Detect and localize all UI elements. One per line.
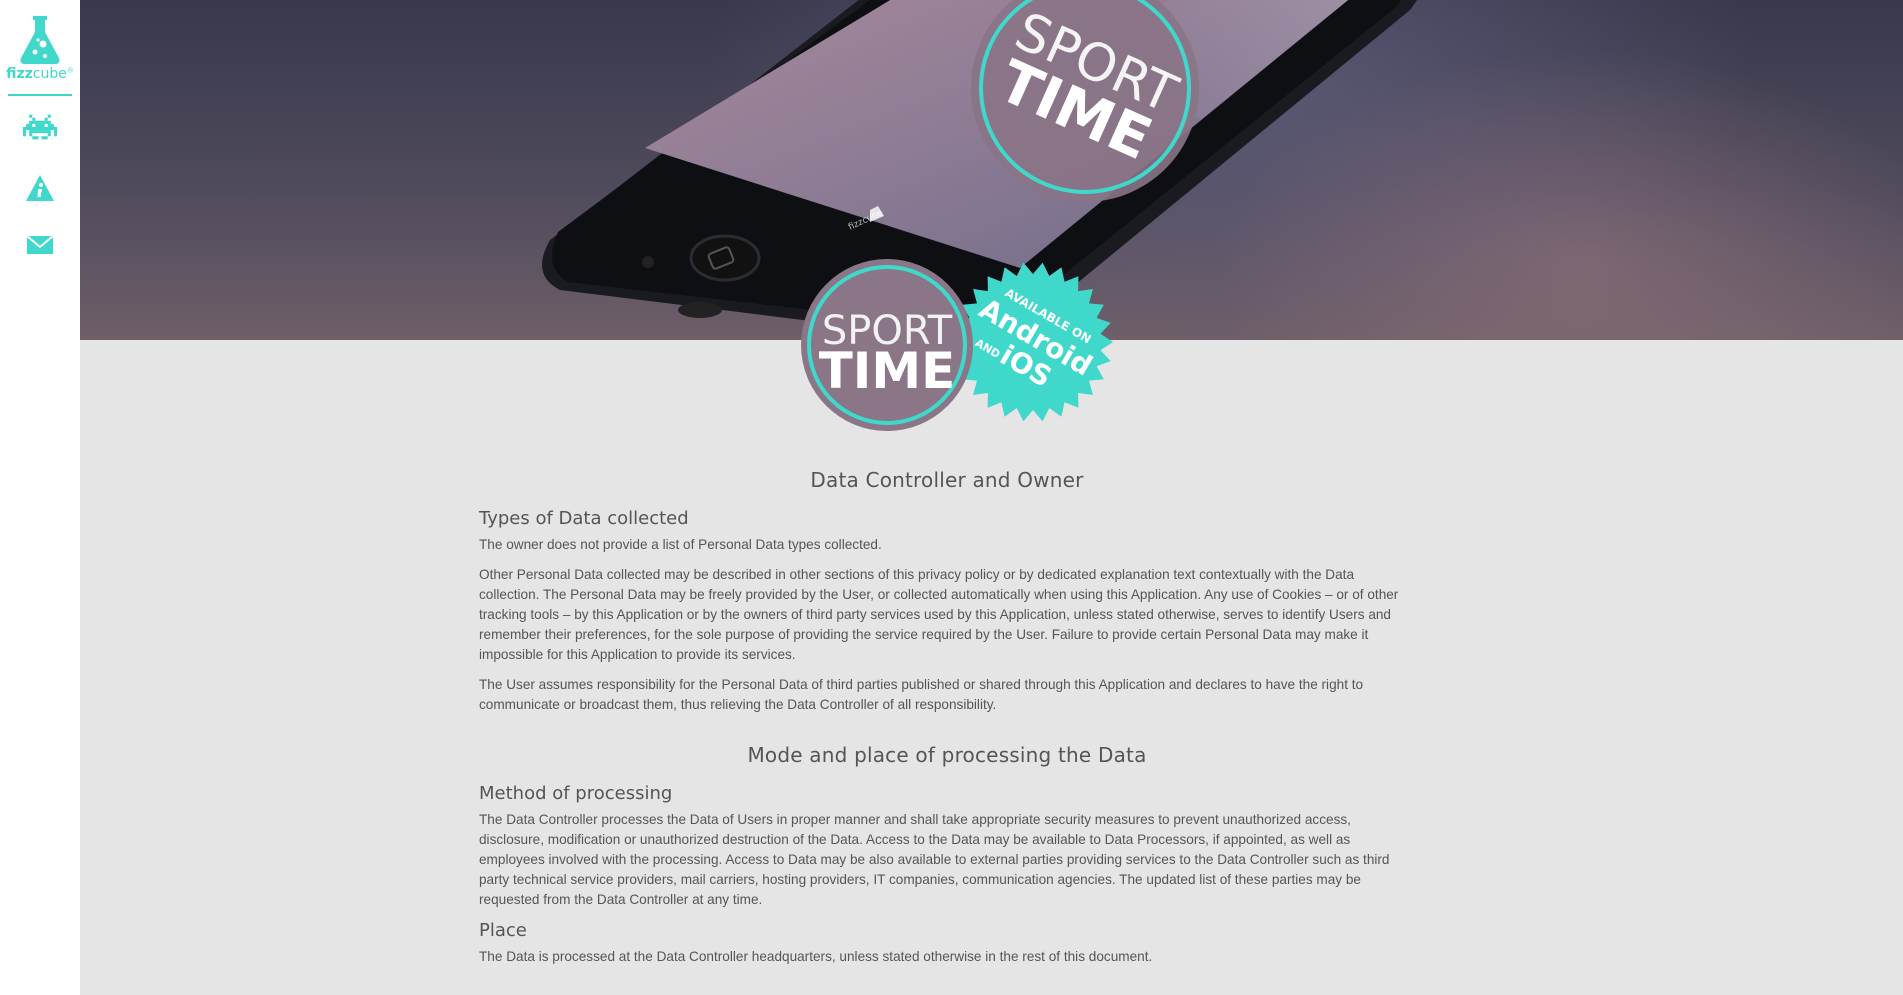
badge-logo-time: TIME <box>819 342 956 400</box>
flask-icon <box>20 16 60 64</box>
section-title: Mode and place of processing the Data <box>747 743 1147 767</box>
paragraph: Other Personal Data collected may be des… <box>479 567 1399 662</box>
paragraph: The Data Controller processes the Data o… <box>479 812 1390 907</box>
sidebar: fizzcube® <box>0 0 80 995</box>
nav-games-button[interactable] <box>22 114 58 144</box>
subsection-title: Place <box>479 920 527 941</box>
paragraph: The User assumes responsibility for the … <box>479 677 1364 712</box>
subsection-title: Types of Data collected <box>479 508 689 529</box>
privacy-content: Data Controller and Owner Types of Data … <box>479 468 1415 977</box>
info-triangle-icon <box>26 175 54 201</box>
nav-info-button[interactable] <box>22 174 58 204</box>
section-title: Data Controller and Owner <box>810 468 1084 492</box>
sporttime-logo: SPORT TIME <box>801 259 973 431</box>
availability-starburst: AVAILABLE ON Android AND iOS <box>953 262 1113 422</box>
subsection-title: Method of processing <box>479 783 673 804</box>
brand-name: fizzcube® <box>6 66 74 82</box>
paragraph: The Data is processed at the Data Contro… <box>479 949 1153 964</box>
app-badge: AVAILABLE ON Android AND iOS SPORT TIME <box>800 258 1120 438</box>
nav-contact-button[interactable] <box>22 234 58 264</box>
sidebar-divider <box>8 94 72 96</box>
fizzcube-logo[interactable]: fizzcube® <box>6 14 74 84</box>
envelope-icon <box>26 235 54 254</box>
space-invader-icon <box>23 114 57 140</box>
paragraph: The owner does not provide a list of Per… <box>479 537 882 552</box>
